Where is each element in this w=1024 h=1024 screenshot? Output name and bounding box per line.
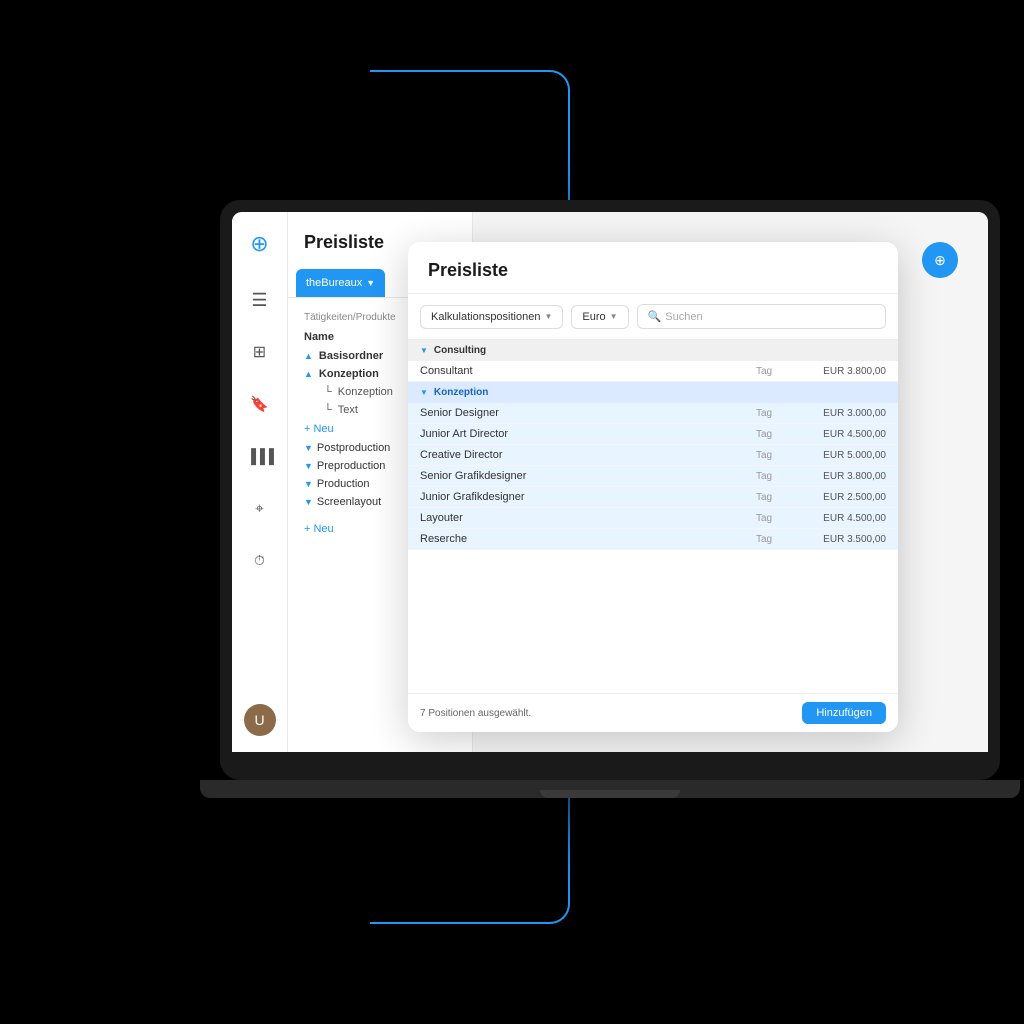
row-consultant[interactable]: Consultant Tag EUR 3.800,00: [408, 361, 898, 382]
main-content: Preisliste theBureaux ▼ Tätigkeiten/Prod…: [288, 212, 988, 752]
section-consulting[interactable]: ▼ Consulting: [408, 340, 898, 361]
row-junior-art-director[interactable]: Junior Art Director Tag EUR 4.500,00: [408, 424, 898, 445]
grid-icon[interactable]: ⊞: [244, 336, 276, 368]
row-reserche[interactable]: Reserche Tag EUR 3.500,00: [408, 529, 898, 550]
modal-toolbar: Kalkulationspositionen ▼ Euro ▼ 🔍 Suchen: [408, 294, 898, 340]
tab-thebureaux[interactable]: theBureaux ▼: [296, 269, 385, 297]
modal-table: ▼ Consulting Consultant Tag EUR 3.800,00…: [408, 340, 898, 550]
chart-icon[interactable]: ▐▐▐: [244, 440, 276, 472]
dropdown-caret: ▼: [544, 312, 552, 321]
avatar[interactable]: U: [244, 704, 276, 736]
dropdown-caret: ▼: [610, 312, 618, 321]
add-button[interactable]: Hinzufügen: [802, 702, 886, 724]
group-arrow: ▼: [304, 461, 313, 471]
selected-count: 7 Positionen ausgewählt.: [420, 708, 531, 719]
tree-arrow: ▲: [304, 369, 313, 379]
modal-footer: 7 Positionen ausgewählt. Hinzufügen: [408, 693, 898, 732]
icon-symbol: ⊕: [934, 252, 946, 269]
row-creative-director[interactable]: Creative Director Tag EUR 5.000,00: [408, 445, 898, 466]
row-senior-designer[interactable]: Senior Designer Tag EUR 3.000,00: [408, 403, 898, 424]
modal-title: Preisliste: [428, 260, 878, 281]
group-arrow: ▼: [304, 443, 313, 453]
section-konzeption[interactable]: ▼ Konzeption: [408, 382, 898, 403]
row-senior-grafikdesigner[interactable]: Senior Grafikdesigner Tag EUR 3.800,00: [408, 466, 898, 487]
pin-icon[interactable]: ⌖: [244, 492, 276, 524]
menu-icon[interactable]: ☰: [244, 284, 276, 316]
laptop-screen: ⊕ ☰ ⊞ 🔖 ▐▐▐ ⌖ ⏱ U Preisliste theBureaux …: [232, 212, 988, 752]
search-icon: 🔍: [648, 310, 662, 323]
section-arrow: ▼: [420, 346, 428, 355]
euro-dropdown[interactable]: Euro ▼: [571, 305, 628, 329]
section-arrow: ▼: [420, 388, 428, 397]
sidebar: ⊕ ☰ ⊞ 🔖 ▐▐▐ ⌖ ⏱ U: [232, 212, 288, 752]
tab-chevron: ▼: [366, 278, 375, 288]
modal-preisliste: Preisliste Kalkulationspositionen ▼ Euro…: [408, 242, 898, 732]
search-box[interactable]: 🔍 Suchen: [637, 304, 886, 329]
tag-icon[interactable]: 🔖: [244, 388, 276, 420]
laptop-frame: ⊕ ☰ ⊞ 🔖 ▐▐▐ ⌖ ⏱ U Preisliste theBureaux …: [220, 200, 1000, 780]
tree-arrow: ▲: [304, 351, 313, 361]
modal-header: Preisliste: [408, 242, 898, 294]
kalkulationspositionen-dropdown[interactable]: Kalkulationspositionen ▼: [420, 305, 563, 329]
row-layouter[interactable]: Layouter Tag EUR 4.500,00: [408, 508, 898, 529]
clock-icon[interactable]: ⏱: [244, 544, 276, 576]
row-junior-grafikdesigner[interactable]: Junior Grafikdesigner Tag EUR 2.500,00: [408, 487, 898, 508]
modal-top-icon[interactable]: ⊕: [922, 242, 958, 278]
laptop-notch: [540, 790, 680, 798]
group-arrow: ▼: [304, 479, 313, 489]
modal-content: ▼ Consulting Consultant Tag EUR 3.800,00…: [408, 340, 898, 730]
logo-icon[interactable]: ⊕: [244, 228, 276, 260]
group-arrow: ▼: [304, 497, 313, 507]
